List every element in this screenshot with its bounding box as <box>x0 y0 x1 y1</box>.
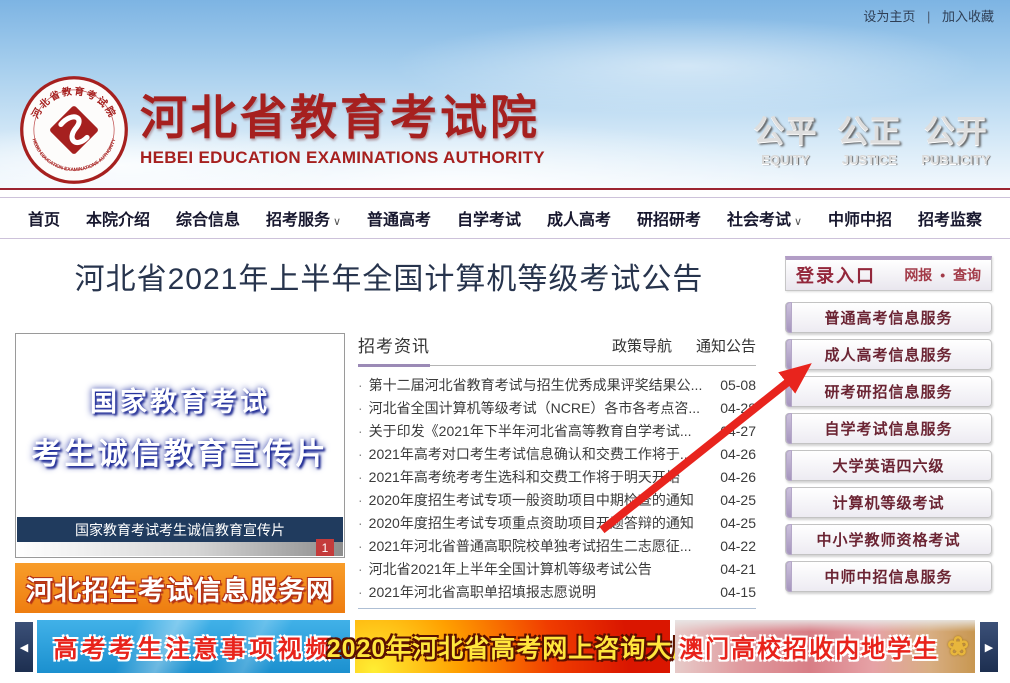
bullet-icon: · <box>358 377 363 393</box>
button-accent-bar <box>786 524 792 555</box>
carousel-prev-icon[interactable]: ◀ <box>15 622 33 672</box>
nav-item-general-info[interactable]: 综合信息 <box>176 206 240 230</box>
nav-item-self-study[interactable]: 自学考试 <box>457 206 521 230</box>
nav-item-exam-services[interactable]: 招考服务∨ <box>266 206 341 230</box>
link-notices[interactable]: 通知公告 <box>696 335 756 356</box>
button-accent-bar <box>786 302 792 333</box>
site-name-chinese: 河北省教育考试院 <box>140 92 545 144</box>
button-self-study-info-service[interactable]: 自学考试信息服务 <box>785 413 992 444</box>
online-report-link[interactable]: 网报 <box>904 267 932 283</box>
hebei-education-examinations-homepage: 设为主页 | 加入收藏 河北省教育考试院 HEBEI EDUCATION EXA… <box>0 0 1010 683</box>
button-ncre[interactable]: 计算机等级考试 <box>785 487 992 518</box>
bullet-icon: · <box>358 492 363 508</box>
news-section: 招考资讯 政策导航 通知公告 ·第十二届河北省教育考试与招生优秀成果评奖结果公.… <box>358 334 756 609</box>
service-buttons: 普通高考信息服务 成人高考信息服务 研考研招信息服务 自学考试信息服务 大学英语… <box>785 302 992 598</box>
video-caption: 国家教育考试考生诚信教育宣传片 <box>17 517 343 542</box>
video-thumbnail: 国家教育考试 考生诚信教育宣传片 <box>17 335 343 517</box>
topbar-separator: | <box>927 9 930 24</box>
nav-item-secondary-school[interactable]: 中师中招 <box>828 206 892 230</box>
button-accent-bar <box>786 561 792 592</box>
news-header-links: 政策导航 通知公告 <box>612 335 756 365</box>
news-list: ·第十二届河北省教育考试与招生优秀成果评奖结果公...05-08 ·河北省全国计… <box>358 373 756 609</box>
video-text-line1: 国家教育考试 <box>90 380 270 419</box>
bullet-icon: · <box>358 561 363 577</box>
badge-publicity-cn: 公开 <box>921 106 990 151</box>
site-title: 河北省教育考试院 HEBEI EDUCATION EXAMINATIONS AU… <box>140 92 545 169</box>
bullet-icon: · <box>358 446 363 462</box>
nav-item-postgraduate[interactable]: 研招研考 <box>637 206 701 230</box>
lotus-icon: ❀ <box>947 631 971 662</box>
site-logo[interactable]: 河北省教育考试院 HEBEI EDUCATION EXAMINATIONS AU… <box>18 74 545 186</box>
nav-item-supervision[interactable]: 招考监察 <box>918 206 982 230</box>
featured-announcement-headline[interactable]: 河北省2021年上半年全国计算机等级考试公告 <box>15 254 763 298</box>
video-text-line2: 考生诚信教育宣传片 <box>32 429 329 473</box>
button-gaokao-info-service[interactable]: 普通高考信息服务 <box>785 302 992 333</box>
tab-exam-news[interactable]: 招考资讯 <box>358 332 430 367</box>
banner-macau-recruitment[interactable]: 澳门高校招收内地学生❀ <box>675 620 975 673</box>
video-page-indicator[interactable]: 1 <box>316 539 334 556</box>
news-item[interactable]: ·2021年高考统考考生选科和交费工作将于明天开始04-26 <box>358 465 756 488</box>
news-item[interactable]: ·2021年河北省普通高职院校单独考试招生二志愿征...04-22 <box>358 534 756 557</box>
banner-online-consult-hall[interactable]: 2020年河北省高考网上咨询大厅 <box>355 620 670 673</box>
news-item[interactable]: ·第十二届河北省教育考试与招生优秀成果评奖结果公...05-08 <box>358 373 756 396</box>
button-adult-gaokao-info-service[interactable]: 成人高考信息服务 <box>785 339 992 370</box>
news-item[interactable]: ·关于印发《2021年下半年河北省高等教育自学考试...04-27 <box>358 419 756 442</box>
main-navigation: 首页 本院介绍 综合信息 招考服务∨ 普通高考 自学考试 成人高考 研招研考 社… <box>0 192 1010 242</box>
chevron-down-icon: ∨ <box>794 216 802 228</box>
badge-justice: 公正 JUSTICE <box>837 106 901 167</box>
bullet-icon: · <box>358 538 363 554</box>
query-link[interactable]: 查询 <box>953 267 981 283</box>
nav-item-gaokao[interactable]: 普通高考 <box>367 206 431 230</box>
site-name-english: HEBEI EDUCATION EXAMINATIONS AUTHORITY <box>140 148 545 168</box>
news-item[interactable]: ·2021年河北省高职单招填报志愿说明04-15 <box>358 580 756 603</box>
bullet-icon: · <box>358 584 363 600</box>
motto-badges: 公平 EQUITY 公正 JUSTICE 公开 PUBLICITY <box>753 106 990 167</box>
link-policy-guide[interactable]: 政策导航 <box>612 335 672 356</box>
news-header: 招考资讯 政策导航 通知公告 <box>358 334 756 366</box>
login-entry-box: 登录入口 网报 • 查询 <box>785 256 992 291</box>
button-accent-bar <box>786 450 792 481</box>
button-accent-bar <box>786 487 792 518</box>
video-banner[interactable]: 国家教育考试 考生诚信教育宣传片 国家教育考试考生诚信教育宣传片 1 <box>15 333 345 558</box>
news-item[interactable]: ·2020年度招生考试专项重点资助项目开题答辩的通知04-25 <box>358 511 756 534</box>
chevron-down-icon: ∨ <box>333 216 341 228</box>
banner-gaokao-notice-video[interactable]: 高考考生注意事项视频 <box>37 620 350 673</box>
set-home-link[interactable]: 设为主页 <box>863 9 915 24</box>
badge-justice-cn: 公正 <box>837 106 901 151</box>
add-favorite-link[interactable]: 加入收藏 <box>942 9 994 24</box>
bullet-icon: · <box>358 400 363 416</box>
badge-equity-cn: 公平 <box>753 106 817 151</box>
nav-item-about[interactable]: 本院介绍 <box>86 206 150 230</box>
badge-justice-en: JUSTICE <box>837 152 901 167</box>
carousel-next-icon[interactable]: ▶ <box>980 622 998 672</box>
login-entry-title: 登录入口 <box>796 262 876 288</box>
button-accent-bar <box>786 413 792 444</box>
button-accent-bar <box>786 339 792 370</box>
nav-item-home[interactable]: 首页 <box>28 206 60 230</box>
seal-logo-icon: 河北省教育考试院 HEBEI EDUCATION EXAMINATIONS AU… <box>18 74 130 186</box>
badge-publicity: 公开 PUBLICITY <box>921 106 990 167</box>
dot-separator: • <box>940 267 945 283</box>
button-postgraduate-info-service[interactable]: 研考研招信息服务 <box>785 376 992 407</box>
badge-equity: 公平 EQUITY <box>753 106 817 167</box>
nav-item-adult-gaokao[interactable]: 成人高考 <box>547 206 611 230</box>
news-item[interactable]: ·河北省2021年上半年全国计算机等级考试公告04-21 <box>358 557 756 580</box>
button-teacher-qualification[interactable]: 中小学教师资格考试 <box>785 524 992 555</box>
bullet-icon: · <box>358 515 363 531</box>
video-pager-strip: 1 <box>17 542 343 556</box>
info-service-site-banner[interactable]: 河北招生考试信息服务网 <box>15 563 345 613</box>
news-item[interactable]: ·2020年度招生考试专项一般资助项目中期检查的通知04-25 <box>358 488 756 511</box>
button-secondary-school-info-service[interactable]: 中师中招信息服务 <box>785 561 992 592</box>
bullet-icon: · <box>358 423 363 439</box>
login-links: 网报 • 查询 <box>904 265 981 285</box>
button-cet[interactable]: 大学英语四六级 <box>785 450 992 481</box>
bullet-icon: · <box>358 469 363 485</box>
badge-equity-en: EQUITY <box>753 152 817 167</box>
topbar-links: 设为主页 | 加入收藏 <box>863 6 994 25</box>
nav-item-social-exams[interactable]: 社会考试∨ <box>727 206 802 230</box>
news-item[interactable]: ·2021年高考对口考生考试信息确认和交费工作将于...04-26 <box>358 442 756 465</box>
news-item[interactable]: ·河北省全国计算机等级考试（NCRE）各市各考点咨...04-28 <box>358 396 756 419</box>
badge-publicity-en: PUBLICITY <box>921 152 990 167</box>
button-accent-bar <box>786 376 792 407</box>
